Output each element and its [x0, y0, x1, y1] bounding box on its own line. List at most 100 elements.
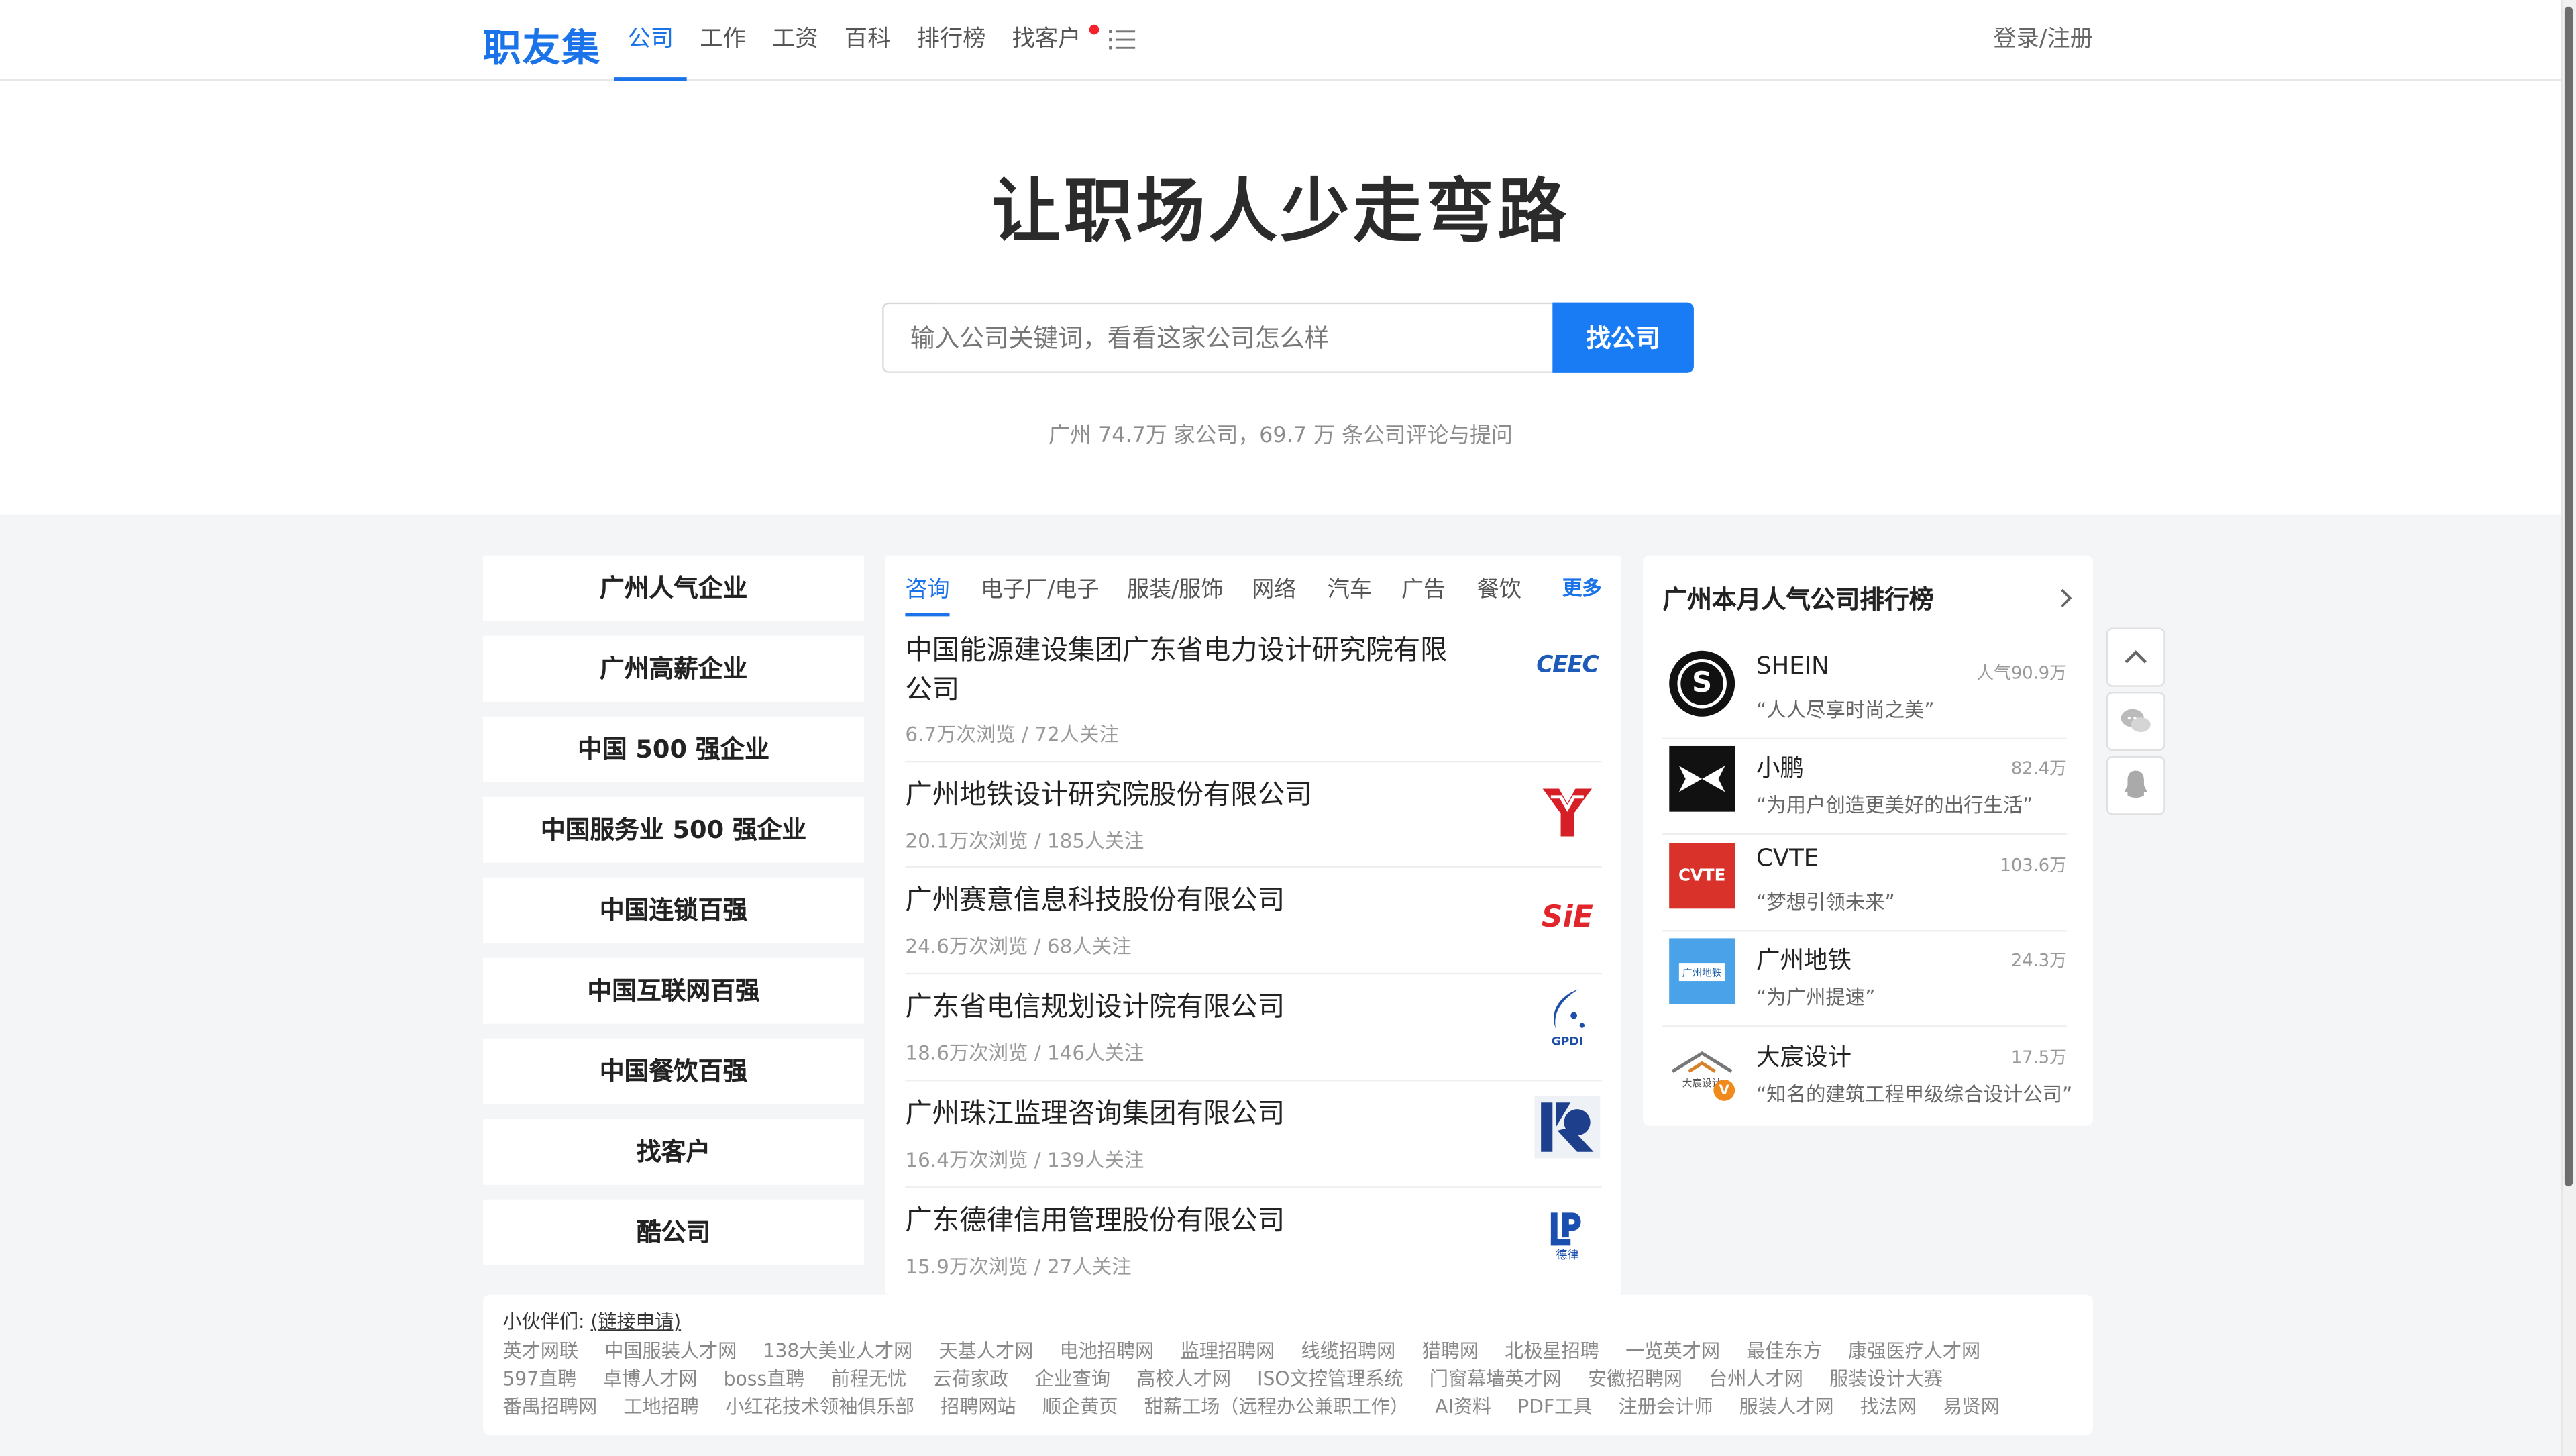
- guangzhou-metro-logo: 广州地铁: [1669, 938, 1735, 1004]
- company-name[interactable]: 广州地铁设计研究院股份有限公司: [905, 776, 1464, 815]
- partner-link[interactable]: 中国服装人才网: [604, 1339, 737, 1362]
- partner-link[interactable]: 云荷家政: [932, 1367, 1008, 1390]
- category-item[interactable]: 找客户: [483, 1119, 865, 1185]
- partner-link[interactable]: 找法网: [1860, 1395, 1917, 1418]
- category-item[interactable]: 中国连锁百强: [483, 877, 865, 943]
- category-item[interactable]: 中国服务业 500 强企业: [483, 796, 865, 863]
- partner-link[interactable]: 线缆招聘网: [1301, 1339, 1395, 1362]
- ranking-item[interactable]: 广州地铁 广州地铁 “为广州提速” 24.3万: [1662, 930, 2067, 1027]
- partner-link[interactable]: 顺企黄页: [1042, 1395, 1118, 1418]
- company-row[interactable]: 广东省电信规划设计院有限公司 18.6万次浏览 / 146人关注 GPDI: [905, 973, 1602, 1082]
- company-search-input[interactable]: [882, 302, 1553, 373]
- partner-link[interactable]: 天基人才网: [938, 1339, 1033, 1362]
- tab-advertising[interactable]: 广告: [1401, 570, 1446, 603]
- nav-item-ranking[interactable]: 排行榜: [904, 0, 999, 79]
- partner-link[interactable]: 台州人才网: [1709, 1367, 1803, 1390]
- partner-link[interactable]: 服装人才网: [1739, 1395, 1834, 1418]
- category-item[interactable]: 广州高薪企业: [483, 635, 865, 702]
- qq-contact-button[interactable]: [2106, 756, 2165, 815]
- partner-link[interactable]: ISO文控管理系统: [1257, 1367, 1403, 1390]
- nav-item-jobs[interactable]: 工作: [687, 0, 759, 79]
- partner-link[interactable]: 最佳东方: [1746, 1339, 1822, 1362]
- company-name[interactable]: 广东省电信规划设计院有限公司: [905, 988, 1464, 1027]
- tab-network[interactable]: 网络: [1252, 570, 1296, 603]
- list-menu-icon[interactable]: [1109, 28, 1136, 51]
- tab-auto[interactable]: 汽车: [1328, 570, 1372, 603]
- shein-logo: S: [1669, 650, 1735, 717]
- ranking-company-name[interactable]: 广州地铁: [1756, 941, 1851, 976]
- nav-item-wiki[interactable]: 百科: [831, 0, 904, 79]
- partner-link[interactable]: 易贤网: [1943, 1395, 1999, 1418]
- ranking-company-name[interactable]: CVTE: [1756, 846, 1819, 872]
- partner-link[interactable]: 138大美业人才网: [763, 1339, 913, 1362]
- ranking-item[interactable]: 小鹏 “为用户创造更美好的出行生活” 82.4万: [1662, 738, 2067, 835]
- partner-link[interactable]: 前程无忧: [831, 1367, 907, 1390]
- tab-consulting[interactable]: 咨询: [905, 570, 950, 617]
- ranking-company-name[interactable]: 大宸设计: [1756, 1039, 1851, 1073]
- partner-link[interactable]: 注册会计师: [1619, 1395, 1713, 1418]
- ranking-item[interactable]: CVTE CVTE “梦想引领未来” 103.6万: [1662, 835, 2067, 932]
- ranking-title[interactable]: 广州本月人气公司排行榜: [1662, 582, 1933, 616]
- company-name[interactable]: 广州赛意信息科技股份有限公司: [905, 881, 1464, 921]
- partner-link[interactable]: boss直聘: [724, 1367, 805, 1390]
- tabs-more-link[interactable]: 更多: [1562, 574, 1602, 602]
- partner-link[interactable]: 一览英才网: [1625, 1339, 1720, 1362]
- partner-link[interactable]: 597直聘: [502, 1367, 576, 1390]
- category-item[interactable]: 酷公司: [483, 1199, 865, 1265]
- company-name[interactable]: 广州珠江监理咨询集团有限公司: [905, 1094, 1464, 1134]
- hero-title: 让职场人少走弯路: [991, 170, 1570, 252]
- company-row[interactable]: 广东德律信用管理股份有限公司 15.9万次浏览 / 27人关注 德律: [905, 1186, 1601, 1293]
- partner-link[interactable]: 番禺招聘网: [502, 1395, 597, 1418]
- find-company-button[interactable]: 找公司: [1552, 302, 1694, 373]
- ranking-company-name[interactable]: 小鹏: [1756, 749, 1804, 784]
- tab-catering[interactable]: 餐饮: [1477, 570, 1521, 603]
- category-item[interactable]: 中国互联网百强: [483, 957, 865, 1024]
- nav-item-company[interactable]: 公司: [614, 0, 687, 81]
- chevron-right-icon[interactable]: [2057, 586, 2073, 609]
- partner-link[interactable]: 招聘网站: [941, 1395, 1016, 1418]
- partner-link[interactable]: 服装设计大赛: [1829, 1367, 1943, 1390]
- nav-item-find-clients[interactable]: 找客户: [999, 0, 1104, 79]
- partner-link[interactable]: 安徽招聘网: [1588, 1367, 1682, 1390]
- category-item[interactable]: 广州人气企业: [483, 555, 865, 621]
- ranking-slogan: “为广州提速”: [1756, 986, 1876, 1009]
- company-name[interactable]: 中国能源建设集团广东省电力设计研究院有限公司: [905, 631, 1464, 710]
- link-apply[interactable]: (链接申请): [590, 1310, 681, 1333]
- partner-link[interactable]: 甜薪工场（远程办公兼职工作）: [1144, 1395, 1409, 1418]
- login-register-link[interactable]: 登录/注册: [1993, 0, 2093, 79]
- partner-link[interactable]: 门窗幕墙英才网: [1430, 1367, 1562, 1390]
- nav-item-find-clients-label: 找客户: [1012, 26, 1081, 53]
- company-row[interactable]: 广州珠江监理咨询集团有限公司 16.4万次浏览 / 139人关注: [905, 1080, 1602, 1188]
- partner-link[interactable]: 康强医疗人才网: [1848, 1339, 1980, 1362]
- ranking-item[interactable]: S SHEIN “人人尽享时尚之美” 人气90.9万: [1662, 643, 2067, 740]
- back-to-top-button[interactable]: [2106, 627, 2165, 687]
- company-row[interactable]: 中国能源建设集团广东省电力设计研究院有限公司 6.7万次浏览 / 72人关注 C…: [905, 631, 1602, 763]
- partner-link[interactable]: 英才网联: [502, 1339, 578, 1362]
- partner-link[interactable]: 电池招聘网: [1059, 1339, 1154, 1362]
- tab-electronics[interactable]: 电子厂/电子: [981, 570, 1099, 603]
- partner-link[interactable]: PDF工具: [1517, 1395, 1592, 1418]
- ranking-company-name[interactable]: SHEIN: [1756, 654, 1829, 680]
- partner-link[interactable]: 工地招聘: [623, 1395, 699, 1418]
- site-logo[interactable]: 职友集: [483, 16, 601, 72]
- category-item[interactable]: 中国 500 强企业: [483, 716, 865, 782]
- partner-link[interactable]: AI资料: [1435, 1395, 1491, 1418]
- feedback-button[interactable]: [2106, 692, 2165, 751]
- tab-apparel[interactable]: 服装/服饰: [1127, 570, 1223, 603]
- company-row[interactable]: 广州赛意信息科技股份有限公司 24.6万次浏览 / 68人关注 SiE: [905, 866, 1602, 975]
- partner-link[interactable]: 卓博人才网: [603, 1367, 698, 1390]
- company-row[interactable]: 广州地铁设计研究院股份有限公司 20.1万次浏览 / 185人关注: [905, 761, 1602, 868]
- partner-link[interactable]: 小红花技术领袖俱乐部: [725, 1395, 914, 1418]
- company-name[interactable]: 广东德律信用管理股份有限公司: [905, 1201, 1464, 1241]
- gpdi-logo-icon: GPDI: [1533, 983, 1602, 1052]
- category-item[interactable]: 中国餐饮百强: [483, 1038, 865, 1104]
- partner-link[interactable]: 高校人才网: [1136, 1367, 1231, 1390]
- gpdi-logo-text: GPDI: [1551, 1035, 1583, 1049]
- partner-link[interactable]: 监理招聘网: [1180, 1339, 1275, 1362]
- partner-link[interactable]: 企业查询: [1034, 1367, 1110, 1390]
- partner-link[interactable]: 北极星招聘: [1505, 1339, 1599, 1362]
- nav-item-salary[interactable]: 工资: [759, 0, 831, 79]
- ranking-item[interactable]: 大宸设计 V 大宸设计 “知名的建筑工程甲级综合设计公司” 17.5万: [1662, 1027, 2072, 1123]
- scrollbar-thumb[interactable]: [2564, 6, 2573, 1187]
- partner-link[interactable]: 猎聘网: [1421, 1339, 1478, 1362]
